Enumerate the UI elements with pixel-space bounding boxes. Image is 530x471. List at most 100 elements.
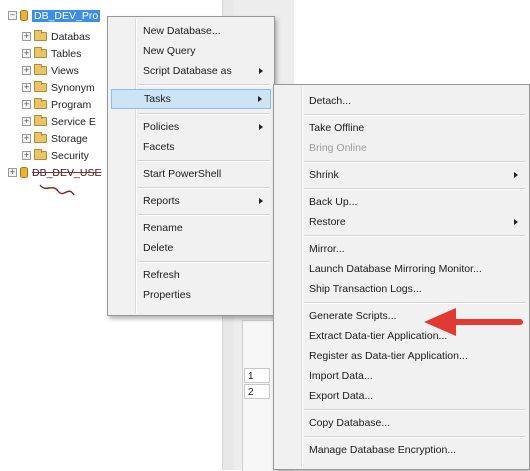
menu-item-reports[interactable]: Reports (111, 191, 271, 211)
menu-item-label: Policies (143, 121, 180, 133)
menu-item-manage-encryption[interactable]: Manage Database Encryption... (277, 440, 526, 460)
menu-separator (304, 436, 525, 438)
menu-separator (138, 261, 270, 263)
menu-item-label: Take Offline (309, 122, 365, 134)
submenu-arrow-icon (258, 96, 262, 102)
tree-node-service-broker[interactable]: + Service E (22, 114, 96, 129)
menu-separator (304, 114, 525, 116)
menu-item-delete[interactable]: Delete (111, 238, 271, 258)
menu-item-label: Facets (143, 141, 175, 153)
menu-item-label: Rename (143, 222, 183, 234)
tree-node-views[interactable]: + Views (22, 63, 79, 78)
menu-item-label: Tasks (144, 93, 171, 105)
menu-item-label: Mirror... (309, 243, 345, 255)
menu-separator (138, 214, 270, 216)
submenu-arrow-icon (259, 124, 263, 130)
tree-node-label[interactable]: DB_DEV_Pro (32, 9, 101, 22)
menu-separator (304, 235, 525, 237)
menu-item-new-database[interactable]: New Database... (111, 21, 271, 41)
menu-item-label: New Query (143, 45, 196, 57)
tree-node-label: Tables (51, 47, 82, 60)
menu-item-label: Shrink (309, 169, 339, 181)
menu-item-detach[interactable]: Detach... (277, 91, 526, 111)
menu-item-policies[interactable]: Policies (111, 117, 271, 137)
menu-separator (304, 409, 525, 411)
expand-icon[interactable]: + (22, 32, 31, 41)
menu-item-export-data[interactable]: Export Data... (277, 386, 526, 406)
tree-node-second-db[interactable]: + DB_DEV_USE (8, 165, 101, 180)
menu-item-label: Register as Data-tier Application... (309, 350, 468, 362)
tree-node-label: Program (51, 98, 92, 111)
tree-node-label: Databas (51, 30, 91, 43)
menu-item-label: Copy Database... (309, 417, 391, 429)
tree-node-storage[interactable]: + Storage (22, 131, 88, 146)
menu-item-facets[interactable]: Facets (111, 137, 271, 157)
menu-item-label: Refresh (143, 269, 180, 281)
menu-item-back-up[interactable]: Back Up... (277, 192, 526, 212)
tree-node-label: Service E (51, 115, 96, 128)
expand-icon[interactable]: + (22, 151, 31, 160)
expand-icon[interactable]: + (22, 100, 31, 109)
menu-item-shrink[interactable]: Shrink (277, 165, 526, 185)
expand-icon[interactable]: + (22, 134, 31, 143)
expand-icon[interactable]: + (22, 66, 31, 75)
expand-icon[interactable]: + (8, 168, 17, 177)
expand-icon[interactable]: + (22, 49, 31, 58)
menu-item-launch-mirroring-monitor[interactable]: Launch Database Mirroring Monitor... (277, 259, 526, 279)
menu-separator (138, 160, 270, 162)
menu-item-restore[interactable]: Restore (277, 212, 526, 232)
menu-item-tasks[interactable]: Tasks (111, 89, 271, 109)
menu-item-start-powershell[interactable]: Start PowerShell (111, 164, 271, 184)
expand-icon[interactable]: + (22, 117, 31, 126)
grid-row-number[interactable]: 1 (244, 368, 270, 383)
submenu-arrow-icon (514, 219, 518, 225)
tree-node-tables[interactable]: + Tables (22, 46, 81, 61)
tree-node-synonyms[interactable]: + Synonym (22, 80, 95, 95)
folder-icon (34, 64, 47, 75)
menu-separator (304, 188, 525, 190)
tree-node-label: Synonym (51, 81, 95, 94)
folder-icon (34, 47, 47, 58)
menu-item-label: Delete (143, 242, 174, 254)
menu-separator (138, 187, 270, 189)
tree-node-security[interactable]: + Security (22, 148, 89, 163)
annotation-arrow-icon (424, 308, 523, 336)
tree-node-databases[interactable]: + Databas (22, 29, 90, 44)
menu-separator (304, 161, 525, 163)
menu-item-import-data[interactable]: Import Data... (277, 366, 526, 386)
menu-item-label: Generate Scripts... (309, 310, 397, 322)
tree-node-label: Views (51, 64, 79, 77)
folder-icon (34, 132, 47, 143)
menu-item-label: Script Database as (143, 65, 232, 77)
grid-row-number[interactable]: 2 (244, 384, 270, 399)
menu-separator (138, 84, 270, 86)
tree-node-label: Security (51, 149, 89, 162)
database-context-menu: New Database... New Query Script Databas… (107, 16, 275, 316)
menu-item-mirror[interactable]: Mirror... (277, 239, 526, 259)
database-icon (20, 10, 28, 21)
menu-item-script-database-as[interactable]: Script Database as (111, 61, 271, 81)
menu-item-rename[interactable]: Rename (111, 218, 271, 238)
tree-node-programmability[interactable]: + Program (22, 97, 91, 112)
tree-node-label: DB_DEV_USE (32, 166, 102, 179)
menu-separator (138, 113, 270, 115)
submenu-arrow-icon (259, 68, 263, 74)
menu-item-label: Ship Transaction Logs... (309, 283, 422, 295)
folder-icon (34, 149, 47, 160)
menu-item-ship-transaction-logs[interactable]: Ship Transaction Logs... (277, 279, 526, 299)
tree-node-root[interactable]: − DB_DEV_Pro (8, 8, 101, 23)
folder-icon (34, 81, 47, 92)
menu-item-label: Bring Online (309, 142, 367, 154)
folder-icon (34, 115, 47, 126)
menu-item-new-query[interactable]: New Query (111, 41, 271, 61)
menu-item-properties[interactable]: Properties (111, 285, 271, 305)
menu-item-take-offline[interactable]: Take Offline (277, 118, 526, 138)
menu-item-register-data-tier[interactable]: Register as Data-tier Application... (277, 346, 526, 366)
expand-icon[interactable]: + (22, 83, 31, 92)
menu-item-label: Import Data... (309, 370, 373, 382)
menu-item-label: Back Up... (309, 196, 358, 208)
collapse-icon[interactable]: − (8, 11, 17, 20)
menu-item-copy-database[interactable]: Copy Database... (277, 413, 526, 433)
submenu-arrow-icon (259, 198, 263, 204)
menu-item-refresh[interactable]: Refresh (111, 265, 271, 285)
